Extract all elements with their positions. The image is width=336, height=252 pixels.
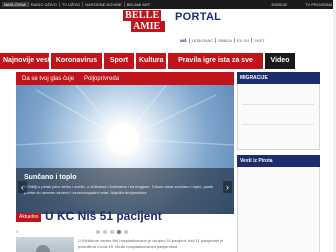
category-badge[interactable]: Aktuelno (16, 213, 42, 222)
hero-prev-arrow-icon[interactable]: ‹ (18, 181, 27, 193)
hero-slider[interactable]: Sunčano i toplo U Srbiji u petak jutro v… (16, 85, 234, 214)
nav-najnovije-vesti[interactable]: Najnovije vesti (0, 53, 52, 69)
sub-nav: Da se tvoj glas čuje Poljoprivreda (16, 72, 234, 85)
slider-dot[interactable] (124, 230, 128, 234)
top-link-naslovna[interactable]: NASLOVNA (2, 2, 29, 7)
subnav-da-se-tvoj-glas-cuje[interactable]: Da se tvoj glas čuje (22, 76, 74, 82)
sidebar-box-migracije (237, 84, 320, 150)
nav-koronavirus[interactable]: Koronavirus (51, 53, 102, 69)
top-link-tv[interactable]: TV UŽIVO (60, 2, 84, 7)
top-bar: NASLOVNA RADIO UŽIVO TV UŽIVO NARODNE NO… (0, 0, 336, 9)
slider-dot[interactable] (103, 230, 107, 234)
top-link-belami-art[interactable]: BELAMI ART (125, 2, 153, 7)
slider-dots (96, 230, 128, 234)
region-link-srbija[interactable]: SRBIJA (216, 38, 235, 43)
region-link-leskovac[interactable]: LESKOVAC (190, 38, 216, 43)
top-links: NASLOVNA RADIO UŽIVO TV UŽIVO NARODNE NO… (2, 0, 152, 9)
top-link-novine[interactable]: NARODNE NOVINE (83, 2, 125, 7)
sidebar-box-pirot (237, 167, 320, 252)
slider-dot[interactable] (110, 230, 114, 234)
main-nav: Najnovije vesti Koronavirus Sport Kultur… (0, 53, 336, 69)
right-sidebar: MIGRACIJE Vesti iz Pirota (237, 72, 320, 252)
nav-sport[interactable]: Sport (104, 53, 134, 69)
comment-count: 0 (16, 229, 19, 234)
nav-pravila-igre[interactable]: Pravila igre ista za sve (168, 53, 263, 69)
logo-line-1: BELLE (123, 10, 161, 21)
hero-description: U Srbiji u petak jutro vedro i sveže, u … (24, 184, 214, 195)
site-logo[interactable]: BELLE AMIE (123, 10, 169, 34)
logo-line-2: AMIE (131, 21, 165, 32)
article-thumbnail[interactable] (16, 237, 74, 252)
slider-dot[interactable] (117, 230, 121, 234)
hero-title[interactable]: Sunčano i toplo (24, 174, 226, 181)
nav-video[interactable]: Video (265, 53, 295, 69)
top-link-emisije[interactable]: EMISIJE (272, 2, 288, 7)
region-link-svet[interactable]: SVET (252, 38, 266, 43)
article-headline[interactable]: U KC Niš 51 pacijent (45, 209, 162, 223)
subnav-poljoprivreda[interactable]: Poljoprivreda (84, 76, 119, 82)
sidebar-heading-migracije[interactable]: MIGRACIJE (237, 72, 320, 84)
region-link-nis[interactable]: NIŠ (178, 38, 190, 43)
region-link-exyu[interactable]: EX-YU (235, 38, 253, 43)
top-link-tv-program[interactable]: TV PROGRAM (305, 2, 332, 7)
region-links: NIŠ LESKOVAC SRBIJA EX-YU SVET (178, 38, 267, 43)
hero-caption: Sunčano i toplo U Srbiji u petak jutro v… (16, 168, 234, 214)
slider-dot[interactable] (96, 230, 100, 234)
portal-label: PORTAL (175, 11, 222, 23)
top-right-links: EMISIJE TV PROGRAM (272, 0, 332, 9)
hero-next-arrow-icon[interactable]: › (223, 181, 232, 193)
nav-kultura[interactable]: Kultura (136, 53, 166, 69)
sidebar-heading-pirot[interactable]: Vesti iz Pirota (237, 155, 320, 167)
top-link-radio[interactable]: RADIO UŽIVO (29, 2, 60, 7)
article-excerpt: U Kliničkom centru Niš hospitalizovano j… (78, 238, 224, 249)
